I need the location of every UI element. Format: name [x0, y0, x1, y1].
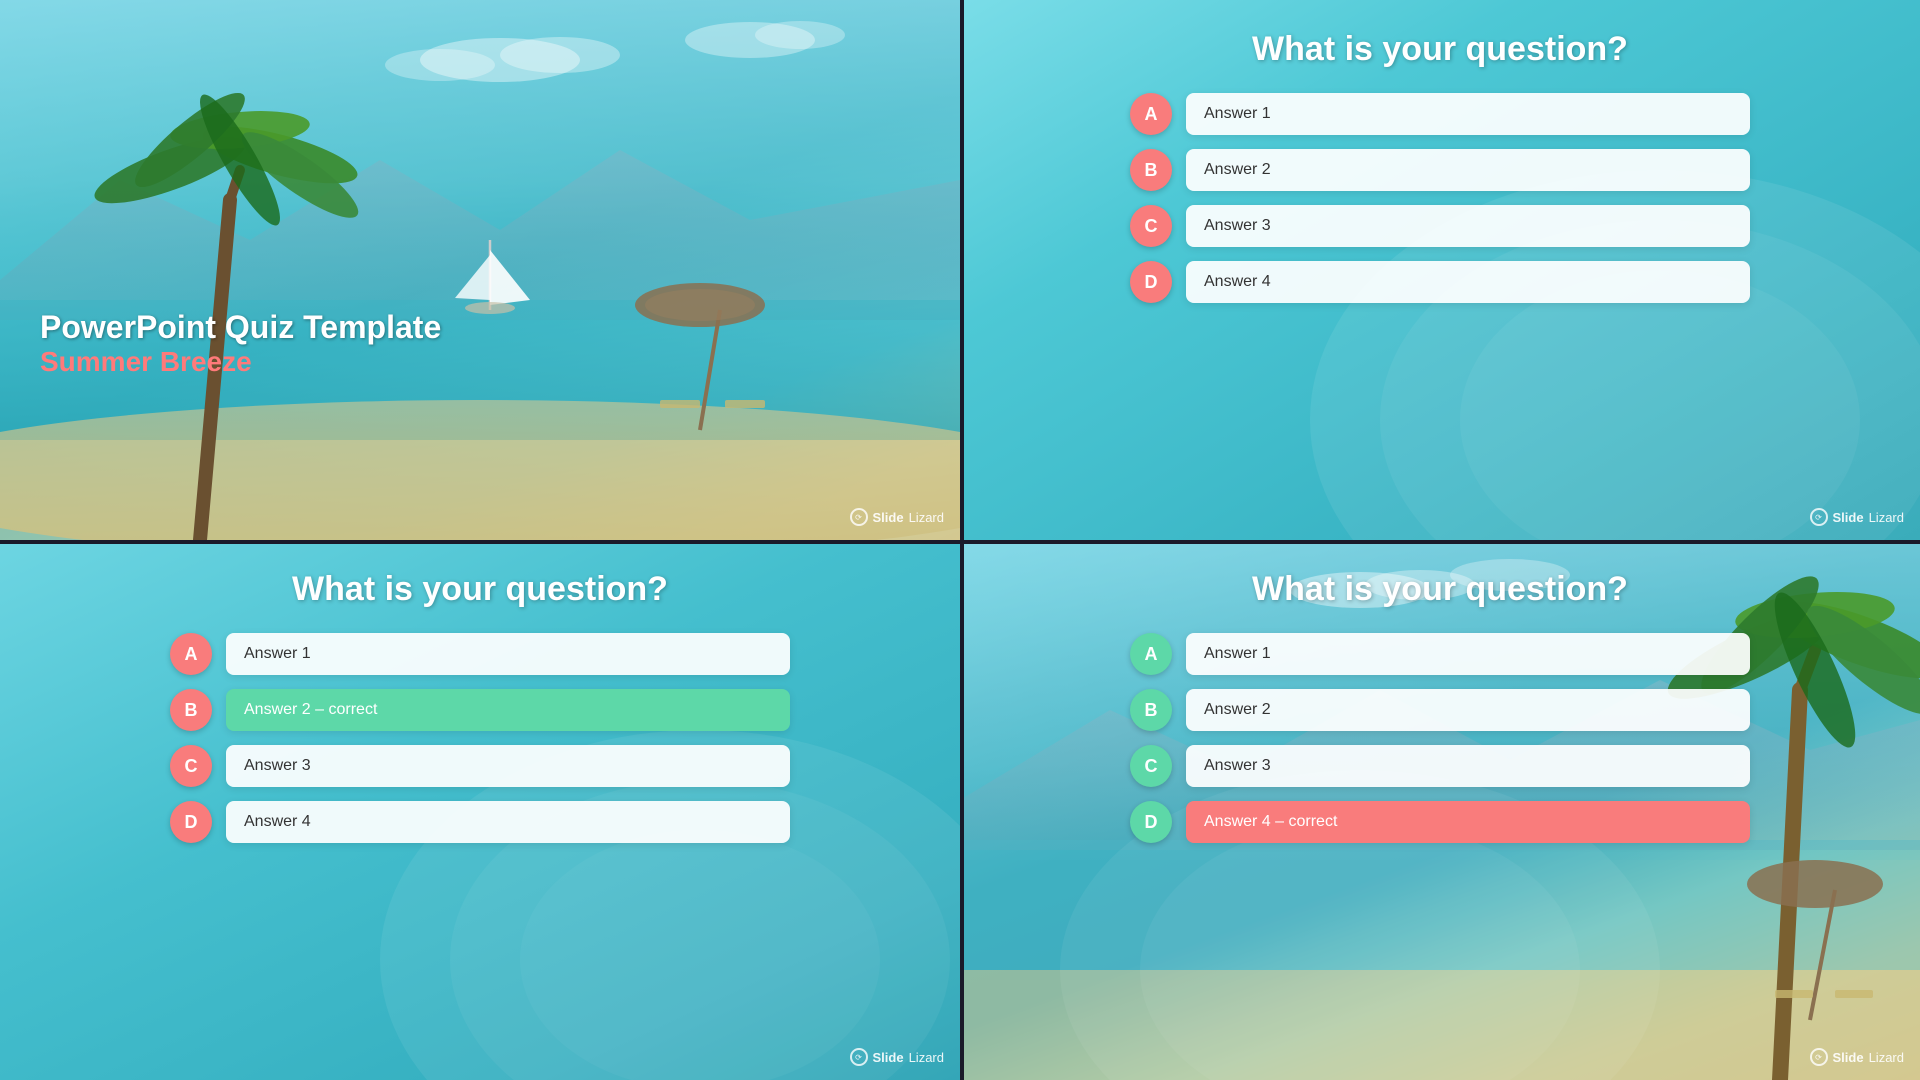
q2-answer-a[interactable]: Answer 1	[1186, 93, 1750, 135]
q2-answers-list: A Answer 1 B Answer 2 C Answer 3 D Answe…	[1130, 93, 1750, 303]
quadrant-2-quiz: What is your question? A Answer 1 B Answ…	[960, 0, 1920, 540]
q3-answer-a[interactable]: Answer 1	[226, 633, 790, 675]
q3-question: What is your question?	[292, 570, 668, 609]
q4-answers-list: A Answer 1 B Answer 2 C Answer 3 D Answe…	[1130, 633, 1750, 843]
q1-title-sub: Summer Breeze	[40, 346, 441, 378]
q3-answer-row-d: D Answer 4	[170, 801, 790, 843]
q3-answer-c[interactable]: Answer 3	[226, 745, 790, 787]
q2-badge-d: D	[1130, 261, 1172, 303]
quadrant-3-quiz-correct-green: What is your question? A Answer 1 B Answ…	[0, 540, 960, 1080]
horizontal-divider	[0, 540, 1920, 544]
q2-answer-b[interactable]: Answer 2	[1186, 149, 1750, 191]
q3-answer-b-correct[interactable]: Answer 2 – correct	[226, 689, 790, 731]
q2-answer-row-d: D Answer 4	[1130, 261, 1750, 303]
q2-answer-d[interactable]: Answer 4	[1186, 261, 1750, 303]
quadrant-4-quiz-correct-pink: What is your question? A Answer 1 B Answ…	[960, 540, 1920, 1080]
q1-logo-bold: Slide	[873, 510, 904, 525]
q3-badge-b: B	[170, 689, 212, 731]
q1-title-main: PowerPoint Quiz Template	[40, 308, 441, 346]
q1-logo-icon: ⟳	[850, 508, 868, 526]
q3-answers-list: A Answer 1 B Answer 2 – correct C Answer…	[170, 633, 790, 843]
q1-title-container: PowerPoint Quiz Template Summer Breeze	[40, 308, 441, 378]
q4-question: What is your question?	[1252, 570, 1628, 609]
q4-answer-a[interactable]: Answer 1	[1186, 633, 1750, 675]
q4-badge-d: D	[1130, 801, 1172, 843]
q1-scene-svg	[0, 0, 960, 540]
q2-badge-b: B	[1130, 149, 1172, 191]
q4-answer-b[interactable]: Answer 2	[1186, 689, 1750, 731]
q2-answer-row-a: A Answer 1	[1130, 93, 1750, 135]
q2-answer-row-b: B Answer 2	[1130, 149, 1750, 191]
q3-answer-row-a: A Answer 1	[170, 633, 790, 675]
q4-answer-c[interactable]: Answer 3	[1186, 745, 1750, 787]
q2-badge-c: C	[1130, 205, 1172, 247]
q2-badge-a: A	[1130, 93, 1172, 135]
q3-answer-d[interactable]: Answer 4	[226, 801, 790, 843]
q3-quiz-content: What is your question? A Answer 1 B Answ…	[0, 540, 960, 1080]
q3-answer-row-b: B Answer 2 – correct	[170, 689, 790, 731]
q4-badge-a: A	[1130, 633, 1172, 675]
q2-question: What is your question?	[1252, 30, 1628, 69]
q4-answer-d-correct[interactable]: Answer 4 – correct	[1186, 801, 1750, 843]
quadrant-1-title: PowerPoint Quiz Template Summer Breeze ⟳…	[0, 0, 960, 540]
q4-quiz-content: What is your question? A Answer 1 B Answ…	[960, 540, 1920, 1080]
q4-answer-row-b: B Answer 2	[1130, 689, 1750, 731]
q3-answer-row-c: C Answer 3	[170, 745, 790, 787]
q4-answer-row-c: C Answer 3	[1130, 745, 1750, 787]
q3-badge-d: D	[170, 801, 212, 843]
q2-quiz-content: What is your question? A Answer 1 B Answ…	[960, 0, 1920, 540]
q1-logo-light: Lizard	[909, 510, 944, 525]
q4-badge-b: B	[1130, 689, 1172, 731]
q3-badge-a: A	[170, 633, 212, 675]
q4-answer-row-a: A Answer 1	[1130, 633, 1750, 675]
q4-badge-c: C	[1130, 745, 1172, 787]
q2-answer-c[interactable]: Answer 3	[1186, 205, 1750, 247]
q1-logo: ⟳ Slide Lizard	[850, 508, 945, 526]
q3-badge-c: C	[170, 745, 212, 787]
q4-answer-row-d: D Answer 4 – correct	[1130, 801, 1750, 843]
q2-answer-row-c: C Answer 3	[1130, 205, 1750, 247]
